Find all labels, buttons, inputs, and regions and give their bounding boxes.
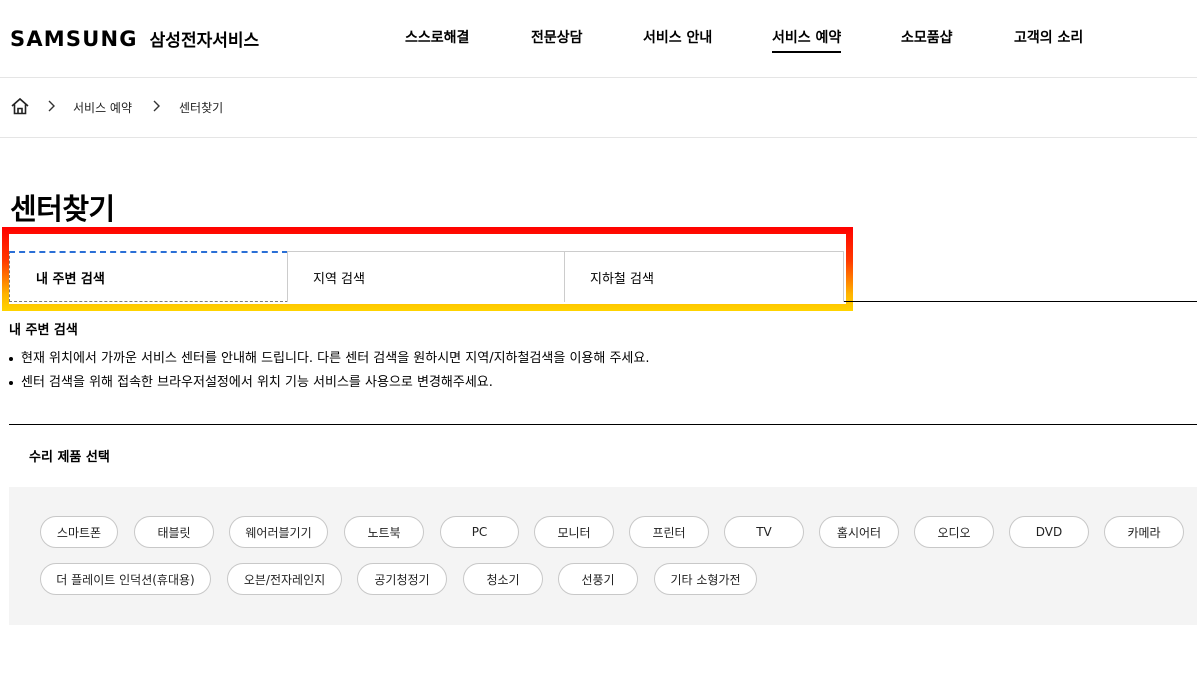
nav-customer-voice[interactable]: 고객의 소리	[1014, 27, 1083, 47]
chip-audio[interactable]: 오디오	[914, 516, 994, 548]
chip-dvd[interactable]: DVD	[1009, 516, 1089, 548]
nav-consumables-shop[interactable]: 소모품샵	[901, 27, 953, 47]
chip-monitor[interactable]: 모니터	[534, 516, 614, 548]
main-nav: 스스로해결 전문상담 서비스 안내 서비스 예약 소모품샵 고객의 소리	[0, 27, 1197, 57]
chevron-right-icon	[153, 100, 160, 112]
chevron-right-icon	[48, 100, 55, 112]
chip-notebook[interactable]: 노트북	[344, 516, 424, 548]
chip-oven-microwave[interactable]: 오븐/전자레인지	[227, 563, 342, 595]
chip-air-purifier[interactable]: 공기청정기	[357, 563, 447, 595]
nav-consult[interactable]: 전문상담	[531, 27, 583, 47]
nav-service-booking[interactable]: 서비스 예약	[772, 27, 842, 53]
info-title: 내 주변 검색	[9, 323, 78, 338]
tab-nearby-search-label: 내 주변 검색	[36, 271, 105, 287]
nav-self-solve[interactable]: 스스로해결	[405, 27, 469, 47]
breadcrumb: 서비스 예약 센터찾기	[0, 78, 1197, 138]
page-title: 센터찾기	[10, 192, 115, 226]
info-bullet: 센터 검색을 위해 접속한 브라우저설정에서 위치 기능 서비스를 사용으로 변…	[9, 371, 650, 395]
info-bullet: 현재 위치에서 가까운 서비스 센터를 안내해 드립니다. 다른 센터 검색을 …	[9, 347, 650, 371]
chip-pc[interactable]: PC	[440, 516, 519, 548]
chip-smartphone[interactable]: 스마트폰	[40, 516, 118, 548]
chip-vacuum[interactable]: 청소기	[463, 563, 543, 595]
chip-tablet[interactable]: 태블릿	[134, 516, 214, 548]
home-icon[interactable]	[10, 96, 30, 116]
chip-camera[interactable]: 카메라	[1104, 516, 1184, 548]
tab-subway-search[interactable]: 지하철 검색	[564, 251, 844, 302]
tab-subway-search-label: 지하철 검색	[590, 271, 654, 287]
product-chip-area: 스마트폰 태블릿 웨어러블기기 노트북 PC 모니터 프린터 TV 홈시어터 오…	[9, 487, 1197, 625]
site-header: SAMSUNG 삼성전자서비스 스스로해결 전문상담 서비스 안내 서비스 예약…	[0, 0, 1197, 78]
chip-tv[interactable]: TV	[724, 516, 804, 548]
chip-printer[interactable]: 프린터	[629, 516, 709, 548]
chip-wearable[interactable]: 웨어러블기기	[229, 516, 328, 548]
product-select-title: 수리 제품 선택	[29, 450, 110, 465]
product-select-section: 수리 제품 선택 스마트폰 태블릿 웨어러블기기 노트북 PC 모니터 프린터 …	[9, 424, 1197, 625]
breadcrumb-center-finder: 센터찾기	[179, 101, 224, 115]
tab-region-search-label: 지역 검색	[313, 271, 365, 287]
breadcrumb-service-booking[interactable]: 서비스 예약	[73, 99, 132, 116]
chip-other-appliances[interactable]: 기타 소형가전	[654, 563, 757, 595]
chip-fan[interactable]: 선풍기	[558, 563, 638, 595]
tab-nearby-search[interactable]: 내 주변 검색	[9, 251, 288, 302]
tab-region-search[interactable]: 지역 검색	[287, 251, 565, 302]
nav-service-info[interactable]: 서비스 안내	[643, 27, 712, 47]
chip-induction[interactable]: 더 플레이트 인덕션(휴대용)	[40, 563, 211, 595]
chip-home-theater[interactable]: 홈시어터	[819, 516, 899, 548]
search-tabs: 내 주변 검색 지역 검색 지하철 검색	[9, 251, 1197, 302]
info-list: 현재 위치에서 가까운 서비스 센터를 안내해 드립니다. 다른 센터 검색을 …	[9, 347, 650, 395]
